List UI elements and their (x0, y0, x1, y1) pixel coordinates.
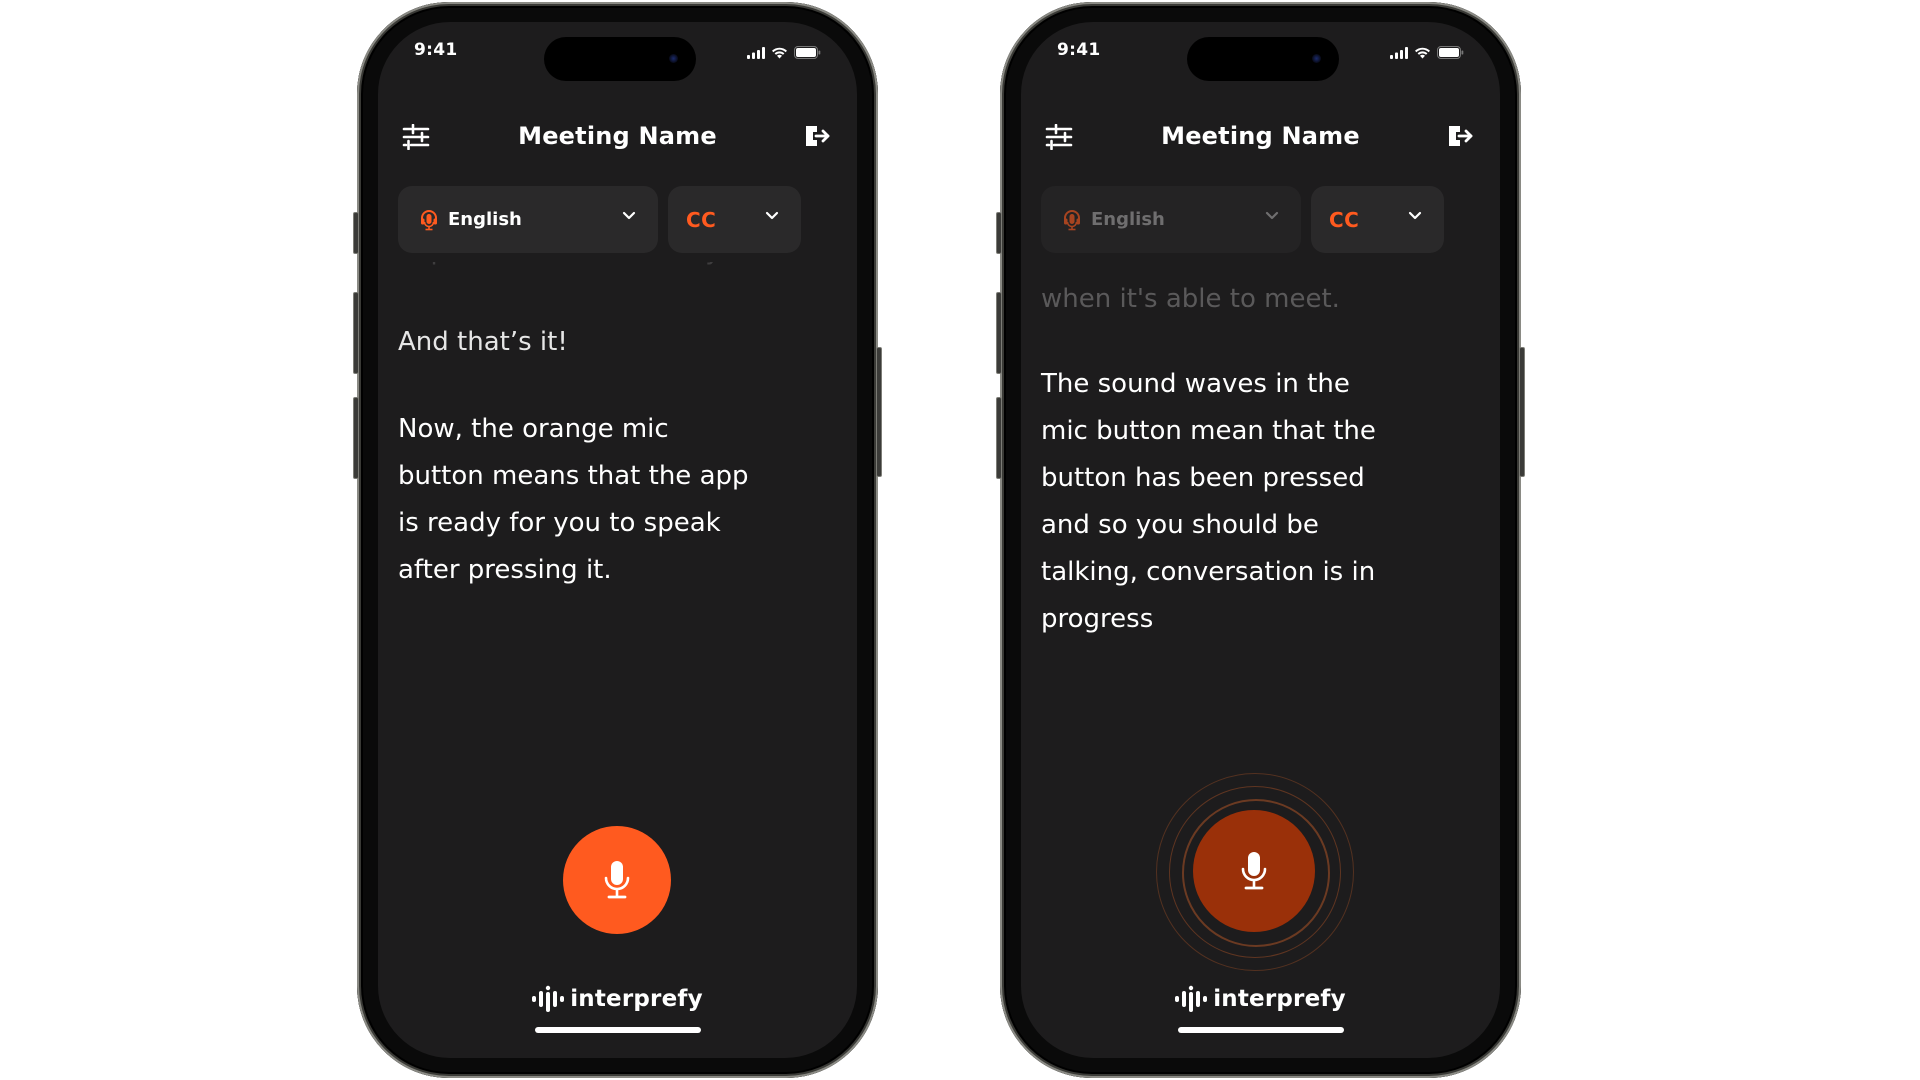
transcript-line: after pressing it. (398, 555, 612, 585)
transcript-line: is ready for you to speak (398, 508, 721, 538)
transcript-line: mic button mean that the (1041, 416, 1376, 446)
transcript: And that’s it! Now, the orange mic butto… (398, 319, 833, 594)
volume-up-button (353, 292, 359, 374)
app-header: Meeting Name (1021, 118, 1500, 158)
language-label: English (1091, 209, 1165, 230)
interprefy-wave-icon (532, 985, 565, 1012)
brand-logo: interprefy (1021, 985, 1500, 1013)
brand-logo: interprefy (378, 985, 857, 1013)
action-button (353, 212, 359, 254)
microphone-icon (1241, 852, 1267, 890)
exit-icon (806, 126, 830, 146)
captions-dropdown[interactable]: CC (1311, 186, 1444, 253)
home-indicator[interactable] (534, 1027, 701, 1033)
previous-transcript-line: important work, but only if (398, 262, 837, 266)
exit-icon (1449, 126, 1473, 146)
microphone-icon (604, 861, 630, 899)
interprefy-wave-icon (1175, 985, 1208, 1012)
meeting-title: Meeting Name (518, 122, 717, 150)
app-screen: 9:41 Meeting Name English CC when it's a… (1021, 22, 1500, 1058)
transcript-line: button means that the app (398, 461, 749, 491)
language-dropdown[interactable]: English (1041, 186, 1301, 253)
mic-button-recording[interactable] (1193, 810, 1315, 932)
home-indicator[interactable] (1177, 1027, 1344, 1033)
brand-name: interprefy (570, 986, 703, 1012)
language-dropdown[interactable]: English (398, 186, 658, 253)
status-icons (747, 46, 821, 59)
chevron-down-icon (622, 211, 636, 220)
transcript-line: talking, conversation is in (1041, 557, 1376, 587)
action-button (996, 212, 1002, 254)
headset-mic-icon (1064, 209, 1080, 230)
volume-down-button (996, 397, 1002, 479)
power-button (876, 347, 882, 477)
language-label: English (448, 209, 522, 230)
camera-icon (1311, 54, 1321, 63)
captions-dropdown[interactable]: CC (668, 186, 801, 253)
volume-down-button (353, 397, 359, 479)
status-icons (1390, 46, 1464, 59)
dynamic-island (543, 37, 696, 81)
leave-meeting-button[interactable] (805, 124, 831, 152)
transcript-line: progress (1041, 604, 1154, 634)
transcript-line: and so you should be (1041, 510, 1319, 540)
previous-transcript-line: when it's able to meet. (1041, 284, 1340, 314)
meeting-title: Meeting Name (1161, 122, 1360, 150)
cellular-signal-icon (747, 46, 765, 59)
phone-ready-state: 9:41 Meeting Name English CC import (353, 2, 882, 1078)
wifi-icon (1415, 47, 1430, 58)
status-time: 9:41 (414, 40, 458, 60)
transcript-line: The sound waves in the (1041, 369, 1350, 399)
brand-name: interprefy (1213, 986, 1346, 1012)
app-header: Meeting Name (378, 118, 857, 158)
chevron-down-icon (765, 211, 779, 220)
camera-icon (668, 54, 678, 63)
app-screen: 9:41 Meeting Name English CC import (378, 22, 857, 1058)
power-button (1519, 347, 1525, 477)
captions-label: CC (1329, 207, 1360, 232)
leave-meeting-button[interactable] (1448, 124, 1474, 152)
phone-recording-state: 9:41 Meeting Name English CC when it's a… (996, 2, 1525, 1078)
status-time: 9:41 (1057, 40, 1101, 60)
captions-label: CC (686, 207, 717, 232)
chevron-down-icon (1408, 211, 1422, 220)
transcript-line: Now, the orange mic (398, 414, 669, 444)
cellular-signal-icon (1390, 46, 1408, 59)
battery-icon (1437, 46, 1464, 59)
battery-icon (794, 46, 821, 59)
volume-up-button (996, 292, 1002, 374)
transcript-fade-region: important work, but only if (378, 262, 857, 274)
headset-mic-icon (421, 209, 437, 230)
transcript-line: And that’s it! (398, 327, 568, 357)
transcript: The sound waves in the mic button mean t… (1041, 361, 1476, 643)
mic-button[interactable] (563, 826, 671, 934)
chevron-down-icon (1265, 211, 1279, 220)
transcript-line: button has been pressed (1041, 463, 1365, 493)
dynamic-island (1186, 37, 1339, 81)
wifi-icon (772, 47, 787, 58)
